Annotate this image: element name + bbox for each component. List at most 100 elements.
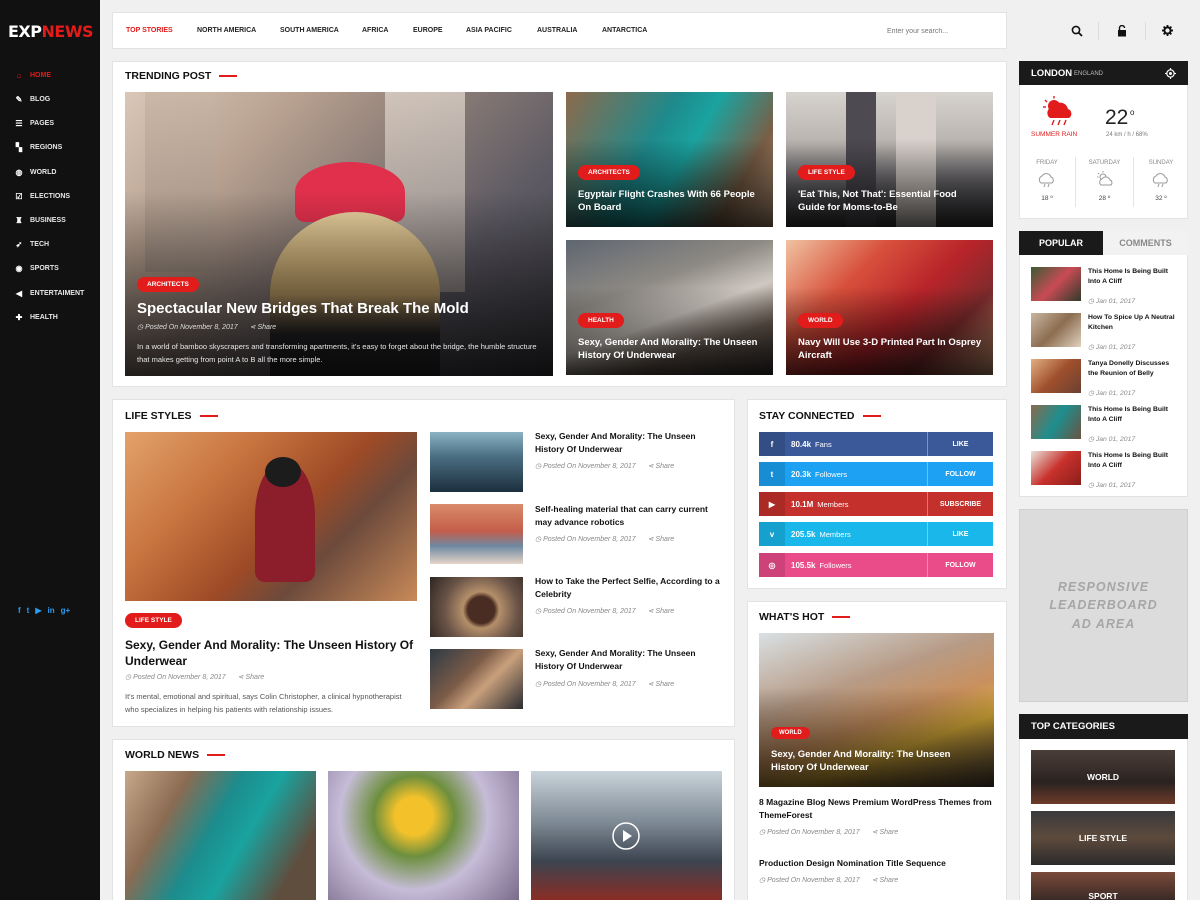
world-news-image[interactable]: [125, 771, 316, 900]
whats-hot-main[interactable]: World Sexy, Gender And Morality: The Uns…: [759, 633, 994, 787]
forecast-day: SUNDAY 32 º: [1148, 160, 1174, 202]
vimeo-row[interactable]: v 205.5k Members LIKE: [759, 522, 993, 546]
post-title[interactable]: Spectacular New Bridges That Break The M…: [137, 299, 537, 319]
list-item-title[interactable]: Sexy, Gender And Morality: The Unseen Hi…: [535, 647, 727, 673]
popular-item[interactable]: Tanya Donelly Discusses the Reunion of B…: [1031, 359, 1181, 397]
post-title[interactable]: 'Eat This, Not That': Essential Food Gui…: [798, 189, 983, 215]
topnav-asia-pacific[interactable]: ASIA PACIFIC: [466, 27, 512, 34]
share-link[interactable]: ⋖ Share: [648, 681, 675, 688]
youtube-subscribe-button[interactable]: SUBSCRIBE: [927, 492, 993, 516]
dribbble-row[interactable]: ◎ 105.5k Followers FOLLOW: [759, 553, 993, 577]
topnav-europe[interactable]: EUROPE: [413, 27, 443, 34]
share-link[interactable]: ⋖ Share: [250, 324, 277, 331]
share-link[interactable]: ⋖ Share: [238, 674, 265, 681]
list-item-title[interactable]: Self-healing material that can carry cur…: [535, 503, 727, 529]
sidebar-item-world[interactable]: ◍ World: [14, 164, 57, 180]
trending-card[interactable]: World Navy Will Use 3-D Printed Part In …: [786, 240, 993, 375]
youtube-row[interactable]: ▶ 10.1M Members SUBSCRIBE: [759, 492, 993, 516]
sidebar-item-entertainment[interactable]: ◀ Entertaiment: [14, 285, 84, 301]
sidebar-item-sports[interactable]: ◉ Sports: [14, 260, 59, 276]
play-icon[interactable]: [611, 821, 641, 851]
post-title[interactable]: Sexy, Gender And Morality: The Unseen Hi…: [578, 337, 763, 363]
weather-country: England: [1074, 71, 1104, 77]
list-thumbnail[interactable]: [430, 649, 523, 709]
list-item-title[interactable]: 8 Magazine Blog News Premium WordPress T…: [759, 796, 999, 822]
facebook-row[interactable]: f 80.4k Fans LIKE: [759, 432, 993, 456]
location-icon[interactable]: [1165, 68, 1176, 79]
leaderboard-ad[interactable]: RESPONSIVE LEADERBOARD AD AREA: [1019, 509, 1188, 702]
sidebar-item-regions[interactable]: ▚ Regions: [14, 139, 62, 155]
tab-comments[interactable]: COMMENTS: [1103, 231, 1188, 255]
facebook-icon[interactable]: f: [18, 606, 21, 615]
search-input[interactable]: [875, 21, 1065, 41]
list-item-title[interactable]: How to Take the Perfect Selfie, Accordin…: [535, 575, 727, 601]
sidebar-item-tech[interactable]: ➶ Tech: [14, 236, 49, 252]
list-thumbnail[interactable]: [430, 504, 523, 564]
tab-popular[interactable]: POPULAR: [1019, 231, 1103, 255]
category-badge[interactable]: Life Style: [125, 613, 182, 628]
lifestyle-main-image[interactable]: [125, 432, 417, 601]
sidebar-item-business[interactable]: ♜ Business: [14, 212, 65, 228]
twitter-icon[interactable]: t: [27, 606, 30, 615]
googleplus-icon[interactable]: g+: [61, 606, 71, 615]
world-news-image[interactable]: [328, 771, 519, 900]
twitter-row[interactable]: t 20.3k Followers FOLLOW: [759, 462, 993, 486]
home-icon: ⌂: [16, 70, 22, 80]
topnav-north-america[interactable]: NORTH AMERICA: [197, 27, 256, 34]
sidebar-item-elections[interactable]: ☑ Elections: [14, 188, 70, 204]
dribbble-follow-button[interactable]: FOLLOW: [927, 553, 993, 577]
share-link[interactable]: ⋖ Share: [648, 463, 675, 470]
post-meta: ◷ Posted On November 8, 2017 ⋖ Share: [137, 324, 277, 331]
topnav-south-america[interactable]: SOUTH AMERICA: [280, 27, 339, 34]
topnav-top-stories[interactable]: TOP STORIES: [126, 27, 173, 34]
post-title[interactable]: Egyptair Flight Crashes With 66 People O…: [578, 189, 763, 215]
topnav-africa[interactable]: AFRICA: [362, 27, 388, 34]
category-life-style[interactable]: Life Style: [1031, 811, 1175, 865]
world-news-image[interactable]: [531, 771, 722, 900]
list-item-title[interactable]: Sexy, Gender And Morality: The Unseen Hi…: [535, 430, 727, 456]
popular-item[interactable]: How To Spice Up A Neutral Kitchen ◷ Jan 0…: [1031, 313, 1181, 351]
category-sport[interactable]: Sport: [1031, 872, 1175, 900]
trending-card[interactable]: Life Style 'Eat This, Not That': Essenti…: [786, 92, 993, 227]
vimeo-like-button[interactable]: LIKE: [927, 522, 993, 546]
popular-item[interactable]: This Home Is Being Built Into A Cliff ◷ J…: [1031, 405, 1181, 443]
post-title[interactable]: Navy Will Use 3-D Printed Part In Osprey…: [798, 337, 983, 363]
list-thumbnail[interactable]: [430, 432, 523, 492]
facebook-like-button[interactable]: LIKE: [927, 432, 993, 456]
sidebar-item-health[interactable]: ✚ Health: [14, 309, 58, 325]
gear-icon[interactable]: [1162, 25, 1173, 36]
trending-card[interactable]: Health Sexy, Gender And Morality: The Un…: [566, 240, 773, 375]
search-icon[interactable]: [1071, 25, 1083, 37]
trending-card[interactable]: Architects Egyptair Flight Crashes With …: [566, 92, 773, 227]
business-icon: ♜: [15, 215, 23, 225]
share-link[interactable]: ⋖ Share: [872, 829, 899, 836]
list-thumbnail[interactable]: [430, 577, 523, 637]
youtube-icon[interactable]: ▶: [35, 606, 41, 615]
sidebar-item-home[interactable]: ⌂ Home: [14, 67, 51, 83]
post-title[interactable]: Sexy, Gender And Morality: The Unseen Hi…: [125, 638, 415, 669]
popular-item[interactable]: This Home Is Being Built Into A Cliff ◷ J…: [1031, 267, 1181, 305]
category-badge[interactable]: Health: [578, 313, 624, 328]
popular-item[interactable]: This Home Is Being Built Into A Cliff ◷ J…: [1031, 451, 1181, 489]
twitter-follow-button[interactable]: FOLLOW: [927, 462, 993, 486]
share-link[interactable]: ⋖ Share: [648, 608, 675, 615]
post-title[interactable]: Sexy, Gender And Morality: The Unseen Hi…: [771, 749, 971, 775]
site-logo[interactable]: EXPNEWS: [8, 22, 93, 41]
topnav-antarctica[interactable]: ANTARCTICA: [602, 27, 647, 34]
list-item-title[interactable]: Production Design Nomination Title Seque…: [759, 857, 999, 870]
sidebar-item-pages[interactable]: ☰ Pages: [14, 115, 54, 131]
category-badge[interactable]: Architects: [578, 165, 640, 180]
share-link[interactable]: ⋖ Share: [648, 536, 675, 543]
category-badge[interactable]: Life Style: [798, 165, 855, 180]
category-world[interactable]: World: [1031, 750, 1175, 804]
category-badge[interactable]: World: [771, 727, 810, 739]
sidebar-item-blog[interactable]: ✎ Blog: [14, 91, 51, 107]
topnav-australia[interactable]: AUSTRALIA: [537, 27, 577, 34]
linkedin-icon[interactable]: in: [48, 606, 55, 615]
lock-icon[interactable]: [1117, 25, 1127, 37]
category-badge[interactable]: World: [798, 313, 843, 328]
share-link[interactable]: ⋖ Share: [872, 877, 899, 884]
trending-main-post[interactable]: Architects Spectacular New Bridges That …: [125, 92, 553, 376]
pages-icon: ☰: [15, 118, 23, 128]
category-badge[interactable]: Architects: [137, 277, 199, 292]
